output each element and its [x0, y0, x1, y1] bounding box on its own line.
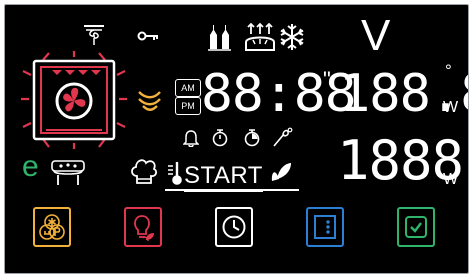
progress-underline	[165, 189, 299, 191]
temperature-degree: °	[445, 61, 452, 80]
recipes-icon	[39, 214, 65, 240]
leaf-icon	[271, 163, 291, 181]
light-bulb-icon	[134, 215, 154, 242]
chef-hat-icon	[131, 159, 158, 184]
timer-button[interactable]	[215, 207, 253, 247]
voltage-unit: V	[361, 11, 391, 60]
bell-icon	[183, 130, 199, 147]
snowflake-icon	[280, 24, 304, 50]
am-indicator: AM	[175, 79, 201, 97]
upper-power-unit: W	[443, 99, 459, 116]
key-lock-icon	[137, 31, 158, 41]
pizza-icon	[51, 160, 85, 185]
clock-icon	[222, 215, 246, 239]
clock-display: 88:88	[201, 64, 357, 124]
recipes-button[interactable]	[33, 207, 71, 247]
eco-indicator: e	[22, 150, 39, 183]
bread-rise-icon	[245, 22, 275, 51]
oven-control-panel: V AM PM 88:88 " 188.8 ° W	[4, 4, 469, 274]
oven-cavity-icon	[21, 51, 127, 149]
door-icon	[314, 215, 336, 239]
pm-indicator: PM	[175, 97, 201, 115]
fan-bake-icon	[84, 25, 104, 45]
door-button[interactable]	[306, 207, 344, 247]
start-indicator: START	[184, 164, 263, 192]
lower-power-unit: W	[443, 171, 459, 188]
end-timer-icon	[244, 129, 260, 147]
light-button[interactable]	[124, 207, 162, 247]
meat-probe-icon	[273, 127, 293, 147]
confirm-button[interactable]	[397, 207, 435, 247]
bottles-icon	[208, 25, 231, 51]
thermometer-icon	[168, 162, 182, 185]
seconds-mark: "	[323, 67, 331, 92]
check-icon	[405, 216, 427, 238]
timer-icon	[212, 129, 228, 147]
steam-icon	[138, 91, 161, 111]
start-label: START	[184, 164, 263, 192]
